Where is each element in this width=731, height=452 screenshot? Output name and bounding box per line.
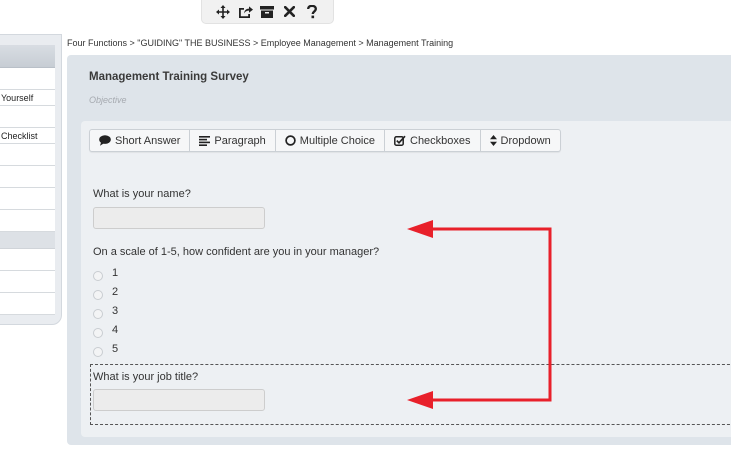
paragraph-label: Paragraph [214,134,266,147]
radio-button[interactable] [93,271,103,281]
short-answer-button[interactable]: Short Answer [90,130,191,151]
sidebar-item[interactable] [0,166,55,188]
close-icon[interactable] [281,3,299,21]
sidebar-header [0,45,55,68]
sidebar: Yourself Checklist [0,34,62,325]
sidebar-item[interactable]: Yourself [0,90,55,106]
radio-button[interactable] [93,290,103,300]
checkboxes-button[interactable]: Checkboxes [385,130,481,151]
question-label: What is your job title? [93,371,199,383]
circle-icon [285,135,296,146]
sort-icon [489,135,497,146]
sidebar-item[interactable] [0,188,55,210]
form-area: Short Answer Paragraph Multiple Choice C… [81,121,731,437]
radio-option[interactable]: 3 [93,303,118,319]
question-label: On a scale of 1-5, how confident are you… [93,246,380,258]
checkbox-icon [394,135,406,146]
radio-button[interactable] [93,309,103,319]
radio-label: 5 [112,343,119,355]
survey-subtitle[interactable]: Objective [89,95,127,105]
paragraph-button[interactable]: Paragraph [190,130,276,151]
sidebar-item[interactable] [0,144,55,166]
radio-option[interactable]: 5 [93,341,118,357]
survey-panel: Management Training Survey Objective Sho… [67,55,731,445]
job-title-input[interactable] [93,389,265,411]
archive-icon[interactable] [258,3,276,21]
radio-label: 2 [112,286,119,298]
multiple-choice-button[interactable]: Multiple Choice [276,130,385,151]
checkboxes-label: Checkboxes [410,134,471,147]
breadcrumb[interactable]: Four Functions > "GUIDING" THE BUSINESS … [67,38,453,48]
move-icon[interactable] [214,3,232,21]
sidebar-separator [0,232,55,249]
name-input[interactable] [93,207,265,229]
short-answer-label: Short Answer [115,134,181,147]
page-title: Management Training Survey [89,71,249,83]
paragraph-icon [199,135,211,146]
radio-label: 3 [112,305,119,317]
radio-label: 1 [112,267,119,279]
radio-button[interactable] [93,347,103,357]
sidebar-item[interactable] [0,68,55,90]
question-type-toolbar: Short Answer Paragraph Multiple Choice C… [89,129,561,152]
sidebar-item[interactable] [0,249,55,271]
radio-label: 4 [112,324,119,336]
sidebar-item[interactable]: Checklist [0,128,55,144]
radio-option[interactable]: 2 [93,284,118,300]
sidebar-item[interactable] [0,210,55,232]
top-toolbar [201,0,334,24]
dropdown-button[interactable]: Dropdown [481,130,560,151]
sidebar-item[interactable] [0,106,55,128]
share-icon[interactable] [236,3,254,21]
radio-option[interactable]: 1 [93,265,118,281]
question-label: What is your name? [93,188,191,200]
radio-option[interactable]: 4 [93,322,118,338]
radio-button[interactable] [93,328,103,338]
sidebar-item[interactable] [0,271,55,293]
sidebar-item[interactable] [0,293,55,315]
comment-icon [99,135,111,146]
help-icon[interactable] [303,3,321,21]
multiple-choice-label: Multiple Choice [299,134,375,147]
dropdown-label: Dropdown [500,134,551,147]
